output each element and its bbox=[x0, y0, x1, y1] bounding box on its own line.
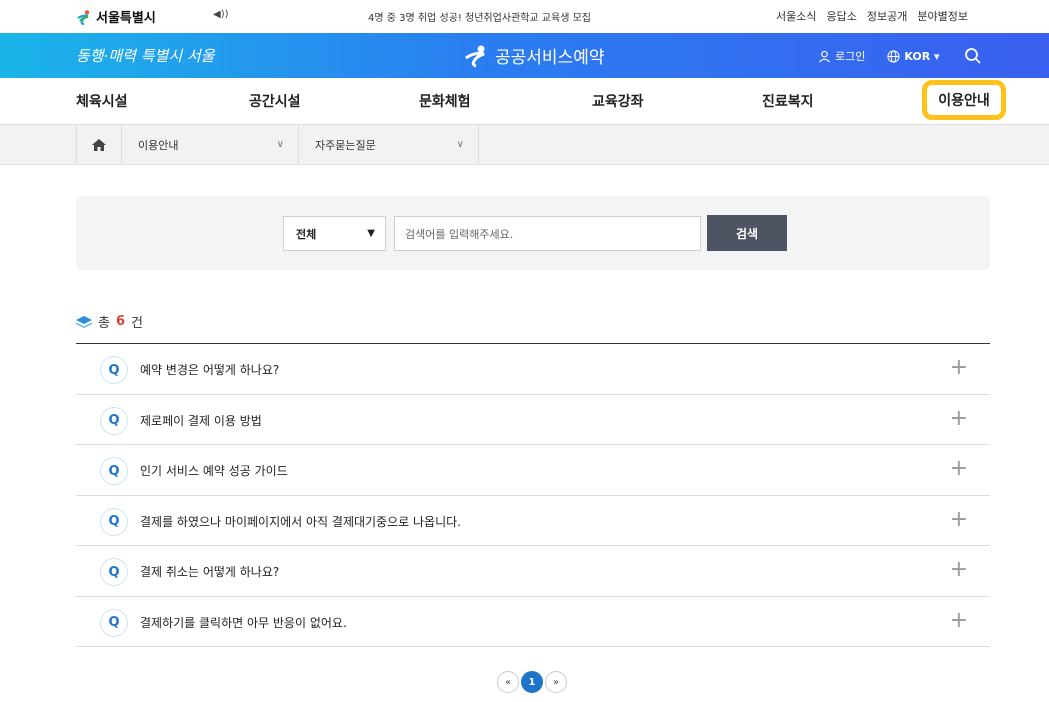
utility-links: 서울소식 응답소 정보공개 분야별정보 bbox=[776, 8, 968, 24]
service-symbol-icon bbox=[465, 45, 485, 67]
language-label: KOR ▾ bbox=[904, 49, 940, 63]
home-button[interactable] bbox=[76, 125, 122, 164]
main-nav: 체육시설 공간시설 문화체험 교육강좌 진료복지 이용안내 bbox=[0, 78, 1049, 125]
question-badge: Q bbox=[100, 507, 128, 536]
nav-item-guide-label: 이용안내 bbox=[938, 93, 990, 109]
page: 서울특별시 ◀)) 4명 중 3명 취업 성공! 청년취업사관학교 교육생 모집… bbox=[0, 0, 1049, 702]
question-badge: Q bbox=[100, 608, 128, 637]
plus-icon[interactable]: + bbox=[950, 558, 968, 582]
brand-slogan[interactable]: 동행·매력 특별시 서울 bbox=[76, 45, 215, 66]
search-category-select[interactable]: 전체 ▼ bbox=[283, 216, 386, 251]
question-badge: Q bbox=[100, 356, 128, 384]
util-link-response[interactable]: 응답소 bbox=[826, 8, 856, 24]
user-icon bbox=[818, 50, 831, 62]
search-icon[interactable] bbox=[964, 47, 982, 65]
utility-bar: 서울특별시 ◀)) 4명 중 3명 취업 성공! 청년취업사관학교 교육생 모집… bbox=[0, 0, 1049, 33]
util-link-field-info[interactable]: 분야별정보 bbox=[917, 8, 968, 24]
header-actions: 로그인 KOR ▾ bbox=[818, 47, 982, 65]
faq-item[interactable]: Q 제로페이 결제 이용 방법 + bbox=[76, 395, 990, 445]
total-suffix: 건 bbox=[131, 316, 143, 331]
plus-icon[interactable]: + bbox=[950, 356, 968, 380]
breadcrumb-level1-label: 이용안내 bbox=[138, 138, 179, 152]
breadcrumb: 이용안내 ∨ 자주묻는질문 ∨ bbox=[0, 125, 1049, 165]
notice-text[interactable]: 4명 중 3명 취업 성공! 청년취업사관학교 교육생 모집 bbox=[368, 9, 591, 24]
total-prefix: 총 bbox=[98, 316, 110, 331]
nav-item-sports[interactable]: 체육시설 bbox=[76, 91, 128, 111]
page-number-current[interactable]: 1 bbox=[521, 671, 543, 693]
total-number: 6 bbox=[115, 314, 126, 329]
faq-item[interactable]: Q 결제를 하였으나 마이페이지에서 아직 결제대기중으로 나옵니다. + bbox=[76, 496, 990, 546]
breadcrumb-level2-label: 자주묻는질문 bbox=[315, 138, 376, 152]
faq-question: 제로페이 결제 이용 방법 bbox=[140, 413, 262, 428]
service-logo[interactable]: 공공서비스예약 bbox=[463, 43, 604, 68]
breadcrumb-level2-select[interactable]: 자주묻는질문 ∨ bbox=[299, 125, 479, 164]
chevron-down-icon: ∨ bbox=[276, 139, 284, 150]
plus-icon[interactable]: + bbox=[950, 507, 968, 532]
home-icon bbox=[92, 138, 106, 151]
faq-item[interactable]: Q 결제 취소는 어떻게 하나요? + bbox=[76, 546, 990, 597]
search-input[interactable]: 검색어를 입력해주세요. bbox=[394, 216, 701, 251]
plus-icon[interactable]: + bbox=[950, 406, 968, 431]
nav-item-education[interactable]: 교육강좌 bbox=[592, 91, 644, 111]
plus-icon[interactable]: + bbox=[950, 457, 968, 481]
faq-list: Q 예약 변경은 어떻게 하나요? + Q 제로페이 결제 이용 방법 + Q … bbox=[76, 343, 990, 647]
util-link-disclosure[interactable]: 정보공개 bbox=[867, 8, 907, 24]
question-badge: Q bbox=[100, 457, 128, 485]
plus-icon[interactable]: + bbox=[950, 608, 968, 633]
nav-item-culture[interactable]: 문화체험 bbox=[419, 91, 471, 111]
faq-question: 인기 서비스 예약 성공 가이드 bbox=[140, 464, 288, 478]
login-link[interactable]: 로그인 bbox=[818, 48, 865, 64]
pagination: « 1 » bbox=[497, 671, 567, 693]
seoul-logo[interactable]: 서울특별시 bbox=[76, 7, 156, 26]
search-category-value: 전체 bbox=[296, 227, 317, 241]
dropdown-arrow-icon: ▼ bbox=[367, 228, 375, 239]
service-name: 공공서비스예약 bbox=[495, 48, 605, 68]
question-badge: Q bbox=[100, 558, 128, 586]
search-panel: 전체 ▼ 검색어를 입력해주세요. 검색 bbox=[76, 196, 990, 270]
seoul-logo-text: 서울특별시 bbox=[96, 11, 156, 26]
breadcrumb-level1-select[interactable]: 이용안내 ∨ bbox=[122, 125, 299, 164]
faq-question: 결제 취소는 어떻게 하나요? bbox=[140, 565, 280, 579]
search-button[interactable]: 검색 bbox=[707, 215, 787, 251]
util-link-news[interactable]: 서울소식 bbox=[776, 8, 816, 24]
question-badge: Q bbox=[100, 406, 128, 435]
faq-question: 결제하기를 클릭하면 아무 반응이 없어요. bbox=[140, 615, 347, 630]
layers-icon bbox=[76, 315, 92, 328]
prev-page-button[interactable]: « bbox=[497, 671, 519, 693]
language-selector[interactable]: KOR ▾ bbox=[887, 49, 940, 63]
faq-item[interactable]: Q 결제하기를 클릭하면 아무 반응이 없어요. + bbox=[76, 597, 990, 647]
faq-question: 결제를 하였으나 마이페이지에서 아직 결제대기중으로 나옵니다. bbox=[140, 514, 461, 529]
nav-item-guide[interactable]: 이용안내 bbox=[922, 80, 1006, 120]
total-count: 총 6 건 bbox=[76, 312, 143, 331]
next-page-button[interactable]: » bbox=[545, 671, 567, 693]
login-label: 로그인 bbox=[835, 50, 866, 63]
brand-header: 동행·매력 특별시 서울 공공서비스예약 로그인 KOR ▾ bbox=[0, 33, 1049, 78]
chevron-down-icon: ∨ bbox=[456, 139, 464, 150]
faq-item[interactable]: Q 예약 변경은 어떻게 하나요? + bbox=[76, 344, 990, 395]
faq-item[interactable]: Q 인기 서비스 예약 성공 가이드 + bbox=[76, 445, 990, 496]
nav-item-medical[interactable]: 진료복지 bbox=[762, 91, 814, 111]
faq-question: 예약 변경은 어떻게 하나요? bbox=[140, 363, 280, 377]
globe-icon bbox=[887, 49, 900, 63]
speaker-icon[interactable]: ◀)) bbox=[213, 9, 229, 20]
nav-item-space[interactable]: 공간시설 bbox=[249, 91, 301, 111]
seoul-symbol-icon bbox=[77, 9, 90, 25]
